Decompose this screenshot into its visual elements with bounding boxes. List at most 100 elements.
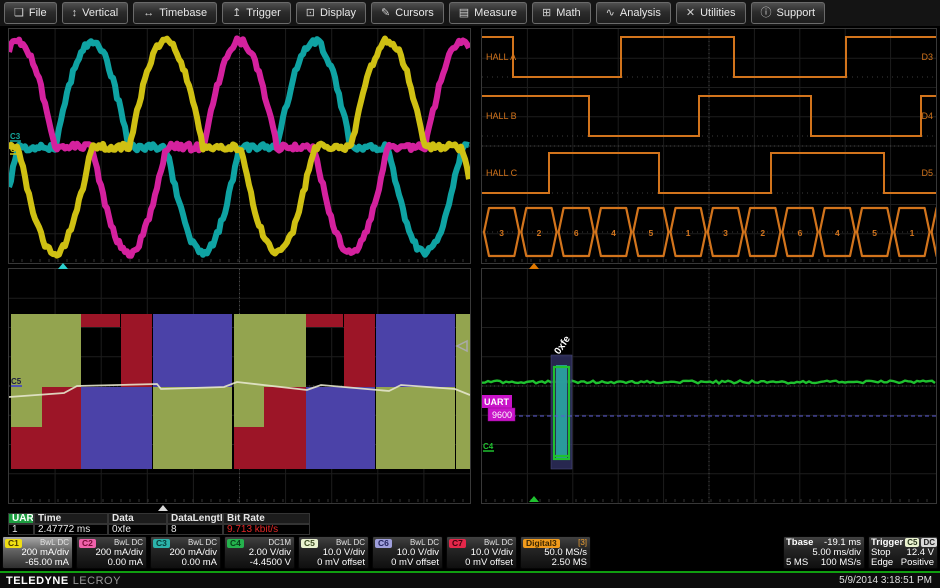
channel-descriptor-c7[interactable]: C7BwL DC10.0 V/div0 mV offset xyxy=(446,536,517,569)
menu-trigger-button[interactable]: ↥Trigger xyxy=(222,2,291,24)
offset-value: 2.50 MS xyxy=(523,558,587,568)
label-hall-a: HALL A xyxy=(486,52,516,62)
pwm-block-olive xyxy=(456,314,470,387)
offset-value: 0.00 mA xyxy=(153,558,217,568)
menu-cursors-button[interactable]: ✎ Cursors xyxy=(371,2,444,24)
menu-utilities-button[interactable]: ✕Utilities xyxy=(676,2,746,24)
menu-file-button[interactable]: ❏ File xyxy=(4,2,57,24)
bus-value: 6 xyxy=(798,228,803,238)
uart-col-datalength: DataLength xyxy=(167,513,223,524)
pwm-block-red xyxy=(42,387,81,469)
grid-panel-uart-decode[interactable]: 0xfe UART 9600 C4 xyxy=(481,268,937,504)
menu-label: Trigger xyxy=(246,7,280,19)
menu-label: Display xyxy=(320,7,356,19)
pwm-block-blue xyxy=(153,314,232,387)
channel-descriptor-c3[interactable]: C3BwL DC200 mA/div0.00 mA xyxy=(150,536,221,569)
menu-label: Utilities xyxy=(700,7,735,19)
brand-lecroy: LECROY xyxy=(73,575,121,587)
timebase-descriptor[interactable]: Tbase-19.1 ms 5.00 ms/div 5 MS100 MS/s xyxy=(783,536,865,569)
calculator-icon: ⊞ xyxy=(542,8,551,19)
c3-chip: C3 xyxy=(153,539,170,548)
menu-display-button[interactable]: ⊡ Display xyxy=(296,2,366,24)
channel-descriptor-c5[interactable]: C5BwL DC10.0 V/div0 mV offset xyxy=(298,536,369,569)
trigger-position-marker-orange[interactable] xyxy=(529,263,539,269)
uart-baudrate-value: 9600 xyxy=(492,410,512,420)
trigger-position-marker-cyan[interactable] xyxy=(58,263,68,269)
menu-label: File xyxy=(29,7,47,19)
oscilloscope-screen: ❏ File ↕Vertical↔Timebase↥Trigger ⊡ Display ✎… xyxy=(0,0,940,588)
menu-vertical-button[interactable]: ↕Vertical xyxy=(62,2,129,24)
tbase-rate: 100 MS/s xyxy=(821,558,861,568)
uart-table-row[interactable]: 1 2.47772 ms 0xfe 8 9.713 kbit/s xyxy=(8,524,310,535)
uart-badge-label: UART xyxy=(484,397,509,407)
c5-chip: C5 xyxy=(301,539,318,548)
grid-panel-hall-digital[interactable]: HALL AD3HALL BD4HALL CD5326451326451 xyxy=(481,28,937,264)
trigger-type: Edge xyxy=(871,558,893,568)
teledyne-lecroy-logo: TELEDYNELECROY xyxy=(6,575,121,587)
info-icon: ⓘ xyxy=(761,8,772,19)
grid-panel-phase-currents[interactable]: C3C1 xyxy=(8,28,471,264)
bus-value: 6 xyxy=(574,228,579,238)
channel-descriptor-digital3[interactable]: Digital3[3]50.0 MS/s2.50 MS xyxy=(520,536,591,569)
bus-value: 1 xyxy=(686,228,691,238)
channel-marker-c4: C4 xyxy=(483,442,494,451)
cursor-pencil-icon: ✎ xyxy=(381,8,390,19)
pwm-block-red xyxy=(121,314,152,387)
tbase-samples: 5 MS xyxy=(786,558,808,568)
pwm-block-blue xyxy=(81,387,152,469)
menu-label: Vertical xyxy=(82,7,118,19)
menu-math-button[interactable]: ⊞ Math xyxy=(532,2,591,24)
horizontal-arrows-icon: ↔ xyxy=(143,8,154,19)
decode-inner-fill xyxy=(556,365,567,459)
bus-value: 2 xyxy=(537,228,542,238)
uart-col-time: Time xyxy=(34,513,108,524)
uart-data-value: 0xfe xyxy=(108,524,167,535)
trigger-descriptor[interactable]: TriggerC5DC Stop12.4 V EdgePositive xyxy=(868,536,938,569)
offset-value: -4.4500 V xyxy=(227,558,291,568)
tbase-label: Tbase xyxy=(786,538,813,548)
offset-value: 0 mV offset xyxy=(449,558,513,568)
menu-timebase-button[interactable]: ↔Timebase xyxy=(133,2,217,24)
uart-length-value: 8 xyxy=(167,524,223,535)
channel-descriptor-c1[interactable]: C1BwL DC200 mA/div-65.00 mA xyxy=(2,536,73,569)
digital-line-label-d3: D3 xyxy=(921,52,933,62)
menu-measure-button[interactable]: ▤Measure xyxy=(449,2,527,24)
grid-panel-phase-voltages[interactable]: C5 xyxy=(8,268,471,504)
label-hall-c: HALL C xyxy=(486,168,518,178)
display-monitor-icon: ⊡ xyxy=(306,8,315,19)
bus-value: 4 xyxy=(611,228,616,238)
table-position-marker-white xyxy=(158,505,168,511)
channel-descriptor-c2[interactable]: C2BwL DC200 mA/div0.00 mA xyxy=(76,536,147,569)
uart-decode-table: UART Time Data DataLength Bit Rate 1 2.4… xyxy=(8,513,310,535)
waveform-chart-icon: ∿ xyxy=(606,8,615,19)
trigger-coupling-chip: DC xyxy=(921,538,937,547)
bus-segment xyxy=(932,208,936,256)
pwm-block-red xyxy=(306,314,343,327)
bus-value: 5 xyxy=(872,228,877,238)
pwm-block-blue xyxy=(376,314,455,387)
digital-line-label-d4: D4 xyxy=(921,111,933,121)
file-icon: ❏ xyxy=(14,8,24,19)
menu-label: Support xyxy=(777,7,816,19)
decode-value-label: 0xfe xyxy=(552,334,573,357)
menu-label: Math xyxy=(556,7,580,19)
menu-analysis-button[interactable]: ∿ Analysis xyxy=(596,2,671,24)
bus-value: 5 xyxy=(648,228,653,238)
c2-chip: C2 xyxy=(79,539,96,548)
trigger-position-marker-green[interactable] xyxy=(529,496,539,502)
pwm-block-red xyxy=(234,427,264,469)
uart-col-data: Data xyxy=(108,513,167,524)
uart-bitrate-value: 9.713 kbit/s xyxy=(223,524,310,535)
menu-label: Analysis xyxy=(620,7,661,19)
uart-time-value: 2.47772 ms xyxy=(34,524,108,535)
c7-chip: C7 xyxy=(449,539,466,548)
channel-descriptor-c6[interactable]: C6BwL DC10.0 V/div0 mV offset xyxy=(372,536,443,569)
c6-chip: C6 xyxy=(375,539,392,548)
channel-descriptor-c4[interactable]: C4DC1M2.00 V/div-4.4500 V xyxy=(224,536,295,569)
menu-support-button[interactable]: ⓘ Support xyxy=(751,2,826,24)
menu-label: Cursors xyxy=(395,7,434,19)
uart-col-bitrate: Bit Rate xyxy=(223,513,310,524)
status-footer: TELEDYNELECROY 5/9/2014 3:18:51 PM xyxy=(0,571,940,588)
bus-value: 2 xyxy=(760,228,765,238)
pwm-block-olive xyxy=(456,387,470,469)
